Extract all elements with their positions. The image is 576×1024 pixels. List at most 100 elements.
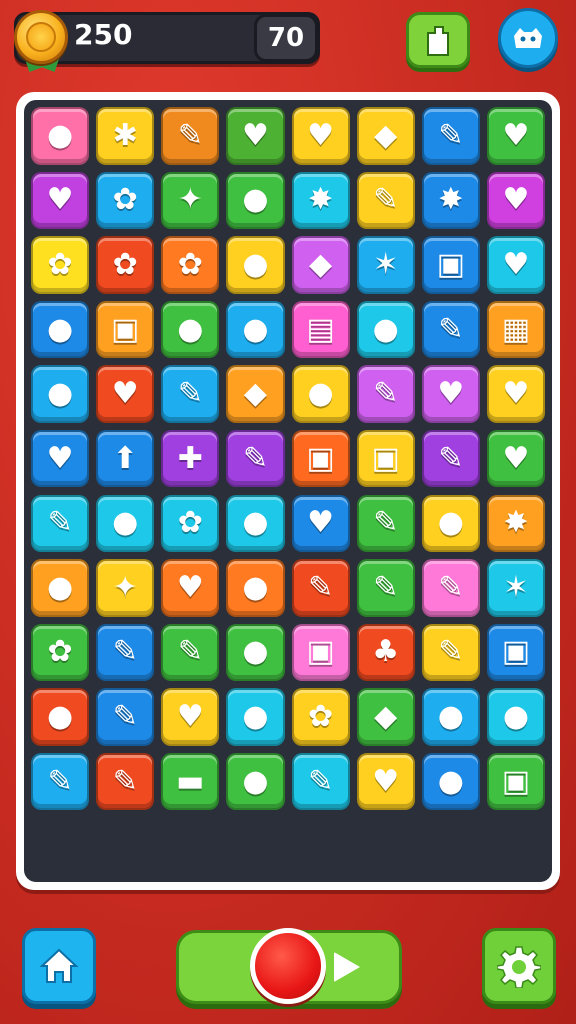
tile[interactable]: ▣ <box>356 429 415 488</box>
tile[interactable]: ● <box>421 688 480 746</box>
tile[interactable]: ✸ <box>291 171 350 230</box>
tile[interactable]: ✎ <box>96 688 155 746</box>
tile[interactable]: ● <box>31 365 90 423</box>
tile[interactable]: ● <box>226 171 285 230</box>
tile[interactable]: ✎ <box>421 559 480 617</box>
tile[interactable]: ♥ <box>486 429 545 488</box>
tile[interactable]: ● <box>226 559 285 617</box>
tile[interactable]: ✿ <box>31 236 90 294</box>
tile[interactable]: ◆ <box>226 365 285 423</box>
tile[interactable]: ▤ <box>291 300 350 359</box>
tile[interactable]: ● <box>161 300 220 359</box>
tile[interactable]: ✸ <box>486 494 545 553</box>
tile[interactable]: ♥ <box>486 236 545 294</box>
tile[interactable]: ✎ <box>421 429 480 488</box>
tile[interactable]: ✎ <box>356 559 415 617</box>
tile[interactable]: ♥ <box>291 107 350 165</box>
tile[interactable]: ✿ <box>31 623 90 682</box>
moves-counter: 70 <box>254 14 318 62</box>
home-button[interactable] <box>22 928 96 1004</box>
tile[interactable]: ● <box>226 236 285 294</box>
tile[interactable]: ✿ <box>161 236 220 294</box>
tile-icon: ✎ <box>177 376 203 412</box>
tile[interactable]: ▣ <box>486 752 545 811</box>
tile[interactable]: ♥ <box>226 107 285 165</box>
tile[interactable]: ✶ <box>486 559 545 617</box>
tile[interactable]: ✎ <box>31 494 90 553</box>
tile[interactable]: ▦ <box>486 300 545 359</box>
tile[interactable]: ✦ <box>161 171 220 230</box>
tile[interactable]: ✎ <box>356 494 415 553</box>
tile[interactable]: ▣ <box>421 236 480 294</box>
tile[interactable]: ● <box>226 752 285 811</box>
tile[interactable]: ✚ <box>161 429 220 488</box>
tile[interactable]: ● <box>31 300 90 359</box>
tile[interactable]: ✎ <box>421 107 480 165</box>
tile[interactable]: ✿ <box>291 688 350 746</box>
tile[interactable]: ✎ <box>226 429 285 488</box>
tile-icon: ✎ <box>373 376 399 412</box>
tile[interactable]: ● <box>421 752 480 811</box>
tile[interactable]: ● <box>31 688 90 746</box>
tile[interactable]: ✎ <box>161 107 220 165</box>
tile[interactable]: ● <box>356 300 415 359</box>
tile[interactable]: ✎ <box>96 752 155 811</box>
tile[interactable]: ♥ <box>356 752 415 811</box>
tile[interactable]: ● <box>31 107 90 165</box>
tile[interactable]: ✸ <box>421 171 480 230</box>
tile[interactable]: ✿ <box>161 494 220 553</box>
tile[interactable]: ✎ <box>31 752 90 811</box>
tile-icon: ✎ <box>307 569 334 605</box>
tile-icon: ● <box>307 376 334 412</box>
tile-icon: ✎ <box>438 117 464 153</box>
tile[interactable]: ● <box>291 365 350 423</box>
tile[interactable]: ♥ <box>96 365 155 423</box>
tile[interactable]: ✎ <box>161 365 220 423</box>
tile[interactable]: ● <box>31 559 90 617</box>
tile-icon: ▤ <box>306 311 335 347</box>
tile[interactable]: ✎ <box>421 623 480 682</box>
tile[interactable]: ✶ <box>356 236 415 294</box>
tile[interactable]: ✎ <box>96 623 155 682</box>
record-button[interactable] <box>250 928 326 1004</box>
tile[interactable]: ▬ <box>161 752 220 811</box>
tile[interactable]: ◆ <box>356 107 415 165</box>
tile[interactable]: ♣ <box>356 623 415 682</box>
tile[interactable]: ✎ <box>356 171 415 230</box>
shop-button[interactable] <box>406 12 470 68</box>
tile[interactable]: ● <box>486 688 545 746</box>
tile[interactable]: ✦ <box>96 559 155 617</box>
tile[interactable]: ✿ <box>96 171 155 230</box>
tile[interactable]: ◆ <box>291 236 350 294</box>
tile[interactable]: ♥ <box>486 365 545 423</box>
tile[interactable]: ♥ <box>421 365 480 423</box>
tile[interactable]: ● <box>96 494 155 553</box>
tile[interactable]: ▣ <box>291 429 350 488</box>
tile[interactable]: ● <box>421 494 480 553</box>
tile[interactable]: ♥ <box>161 688 220 746</box>
tile[interactable]: ● <box>226 300 285 359</box>
tile[interactable]: ✎ <box>161 623 220 682</box>
tile[interactable]: ● <box>226 494 285 553</box>
tile[interactable]: ♥ <box>486 171 545 230</box>
tile[interactable]: ◆ <box>356 688 415 746</box>
tile[interactable]: ▣ <box>96 300 155 359</box>
tile[interactable]: ✎ <box>421 300 480 359</box>
tile[interactable]: ⬆ <box>96 429 155 488</box>
tile[interactable]: ♥ <box>291 494 350 553</box>
settings-button[interactable] <box>482 928 556 1004</box>
tile[interactable]: ♥ <box>161 559 220 617</box>
tile[interactable]: ✱ <box>96 107 155 165</box>
tile[interactable]: ● <box>226 688 285 746</box>
tile[interactable]: ♥ <box>486 107 545 165</box>
pet-button[interactable] <box>498 8 558 68</box>
tile[interactable]: ♥ <box>31 429 90 488</box>
tile[interactable]: ✎ <box>291 559 350 617</box>
tile[interactable]: ● <box>226 623 285 682</box>
tile[interactable]: ✿ <box>96 236 155 294</box>
tile[interactable]: ✎ <box>291 752 350 811</box>
tile[interactable]: ♥ <box>31 171 90 230</box>
tile[interactable]: ▣ <box>291 623 350 682</box>
tile[interactable]: ✎ <box>356 365 415 423</box>
tile[interactable]: ▣ <box>486 623 545 682</box>
